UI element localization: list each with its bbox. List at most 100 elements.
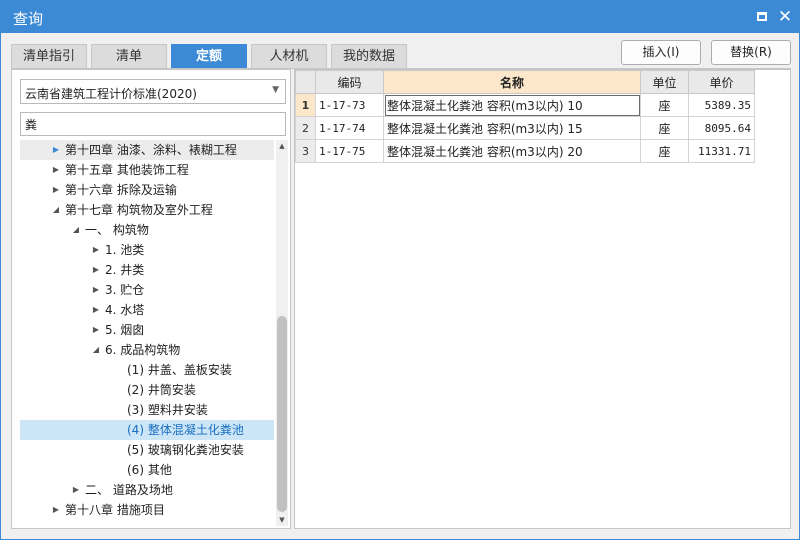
row-number[interactable]: 3 — [295, 139, 316, 163]
price-cell[interactable]: 11331.71 — [688, 139, 755, 163]
tab-bill[interactable]: 清单 — [91, 44, 167, 69]
tree-item[interactable]: (6) 其他 — [20, 460, 274, 480]
tree-item-label: (2) 井筒安装 — [127, 383, 196, 397]
replace-button[interactable]: 替换(R) — [711, 40, 791, 65]
category-tree: ▶ 第十四章 油漆、涂料、裱糊工程 ▶ 第十五章 其他装饰工程 ▶ 第十六章 拆除及运输 ◢… — [20, 140, 274, 526]
tree-item[interactable]: ▶ 1. 池类 — [20, 240, 274, 260]
row-number[interactable]: 2 — [295, 116, 316, 140]
tree-item-label: 第十七章 构筑物及室外工程 — [65, 203, 213, 217]
tree-item[interactable]: (3) 塑料井安装 — [20, 400, 274, 420]
tab-label: 清单 — [115, 49, 142, 64]
tree-item[interactable]: ◢ 第十七章 构筑物及室外工程 — [20, 200, 274, 220]
unit-cell[interactable]: 座 — [640, 93, 689, 117]
collapse-arrow-icon[interactable]: ▶ — [70, 480, 82, 500]
header-name[interactable]: 名称 — [383, 70, 641, 94]
tree-scrollbar[interactable]: ▲ ▼ — [276, 140, 288, 526]
tree-item[interactable]: ▶ 第十六章 拆除及运输 — [20, 180, 274, 200]
header-code[interactable]: 编码 — [315, 70, 384, 94]
tree-item-label: (4) 整体混凝土化粪池 — [127, 423, 244, 437]
scroll-thumb[interactable] — [277, 316, 287, 512]
collapse-arrow-icon[interactable]: ▶ — [90, 260, 102, 280]
maximize-button[interactable] — [754, 9, 770, 25]
unit-cell[interactable]: 座 — [640, 116, 689, 140]
tree-item-label: 6. 成品构筑物 — [105, 343, 181, 357]
chevron-down-icon: ▼ — [272, 85, 279, 95]
tree-item[interactable]: ▶ 2. 井类 — [20, 260, 274, 280]
collapse-arrow-icon[interactable]: ▶ — [50, 500, 62, 520]
tree-item[interactable]: (4) 整体混凝土化粪池 — [20, 420, 274, 440]
tree-item[interactable]: ◢ 6. 成品构筑物 — [20, 340, 274, 360]
query-dialog: 查询 ✕ 清单指引 清单 定额 人材机 我的数据 插入(I) 替换(R) 云南省… — [0, 0, 800, 540]
tree-item[interactable]: (1) 井盖、盖板安装 — [20, 360, 274, 380]
table-row[interactable]: 1 1-17-73 整体混凝土化粪池 容积(m3以内) 10 座 5389.35 — [295, 93, 755, 117]
name-cell[interactable]: 整体混凝土化粪池 容积(m3以内) 10 — [383, 93, 641, 117]
tree-item[interactable]: ▶ 第十四章 油漆、涂料、裱糊工程 — [20, 140, 274, 160]
tree-item-label: (3) 塑料井安装 — [127, 403, 208, 417]
tree-item-label: 第十八章 措施项目 — [65, 503, 165, 517]
scroll-up-icon[interactable]: ▲ — [276, 140, 288, 152]
table-header-row: 编码 名称 单位 单价 — [295, 70, 755, 94]
table-row[interactable]: 2 1-17-74 整体混凝土化粪池 容积(m3以内) 15 座 8095.64 — [295, 116, 755, 140]
table-row[interactable]: 3 1-17-75 整体混凝土化粪池 容积(m3以内) 20 座 11331.71 — [295, 139, 755, 163]
standard-select[interactable]: 云南省建筑工程计价标准(2020) ▼ — [20, 79, 286, 104]
close-icon: ✕ — [777, 7, 793, 27]
row-number[interactable]: 1 — [295, 93, 316, 117]
tab-label: 清单指引 — [22, 49, 75, 64]
header-price[interactable]: 单价 — [688, 70, 755, 94]
code-cell[interactable]: 1-17-75 — [315, 139, 384, 163]
tab-labor-material-machine[interactable]: 人材机 — [251, 44, 327, 69]
collapse-arrow-icon[interactable]: ▶ — [90, 280, 102, 300]
tab-label: 我的数据 — [342, 49, 395, 64]
collapse-arrow-icon[interactable]: ▶ — [90, 240, 102, 260]
tree-item-label: 4. 水塔 — [105, 303, 145, 317]
tab-bill-guide[interactable]: 清单指引 — [11, 44, 87, 69]
header-unit[interactable]: 单位 — [640, 70, 689, 94]
tree-item[interactable]: ▶ 二、 道路及场地 — [20, 480, 274, 500]
price-cell[interactable]: 5389.35 — [688, 93, 755, 117]
unit-cell[interactable]: 座 — [640, 139, 689, 163]
collapse-arrow-icon[interactable]: ▶ — [90, 300, 102, 320]
collapse-arrow-icon[interactable]: ▶ — [50, 180, 62, 200]
tree-item[interactable]: (5) 玻璃钢化粪池安装 — [20, 440, 274, 460]
tree-item[interactable]: ▶ 第十八章 措施项目 — [20, 500, 274, 520]
tree-item-label: 3. 贮仓 — [105, 283, 145, 297]
name-cell[interactable]: 整体混凝土化粪池 容积(m3以内) 20 — [383, 139, 641, 163]
close-button[interactable]: ✕ — [777, 7, 793, 27]
expand-arrow-icon[interactable]: ◢ — [90, 340, 102, 360]
tree-item-label: 第十五章 其他装饰工程 — [65, 163, 189, 177]
tree-item[interactable]: ▶ 3. 贮仓 — [20, 280, 274, 300]
tree-item[interactable]: ◢ 一、 构筑物 — [20, 220, 274, 240]
tree-item[interactable]: ▶ 4. 水塔 — [20, 300, 274, 320]
tree-item-label: 1. 池类 — [105, 243, 145, 257]
tree-item-label: 二、 道路及场地 — [85, 483, 173, 497]
tree-item-label: (5) 玻璃钢化粪池安装 — [127, 443, 244, 457]
tree-item[interactable]: ▶ 第十五章 其他装饰工程 — [20, 160, 274, 180]
tab-quota[interactable]: 定额 — [171, 44, 247, 69]
tree-item-label: 5. 烟囱 — [105, 323, 145, 337]
window-title: 查询 — [13, 10, 44, 28]
header-rownum — [295, 70, 316, 94]
tree-item[interactable]: (2) 井筒安装 — [20, 380, 274, 400]
collapse-arrow-icon[interactable]: ▶ — [50, 140, 62, 160]
tab-label: 人材机 — [269, 49, 309, 64]
tab-my-data[interactable]: 我的数据 — [331, 44, 407, 69]
collapse-arrow-icon[interactable]: ▶ — [50, 160, 62, 180]
tree-item-label: (6) 其他 — [127, 463, 172, 477]
price-cell[interactable]: 8095.64 — [688, 116, 755, 140]
quota-table: 编码 名称 单位 单价 1 1-17-73 整体混凝土化粪池 容积(m3以内) 10… — [295, 70, 755, 163]
scroll-down-icon[interactable]: ▼ — [276, 514, 288, 526]
standard-select-value: 云南省建筑工程计价标准(2020) — [25, 87, 197, 101]
collapse-arrow-icon[interactable]: ▶ — [90, 320, 102, 340]
tab-label: 定额 — [195, 49, 222, 64]
code-cell[interactable]: 1-17-74 — [315, 116, 384, 140]
tree-item-label: 第十六章 拆除及运输 — [65, 183, 177, 197]
tree-item-label: 一、 构筑物 — [85, 223, 149, 237]
title-bar[interactable]: 查询 ✕ — [1, 1, 799, 33]
name-cell[interactable]: 整体混凝土化粪池 容积(m3以内) 15 — [383, 116, 641, 140]
code-cell[interactable]: 1-17-73 — [315, 93, 384, 117]
tree-item[interactable]: ▶ 5. 烟囱 — [20, 320, 274, 340]
expand-arrow-icon[interactable]: ◢ — [50, 200, 62, 220]
search-input[interactable] — [20, 112, 286, 136]
insert-button[interactable]: 插入(I) — [621, 40, 701, 65]
expand-arrow-icon[interactable]: ◢ — [70, 220, 82, 240]
